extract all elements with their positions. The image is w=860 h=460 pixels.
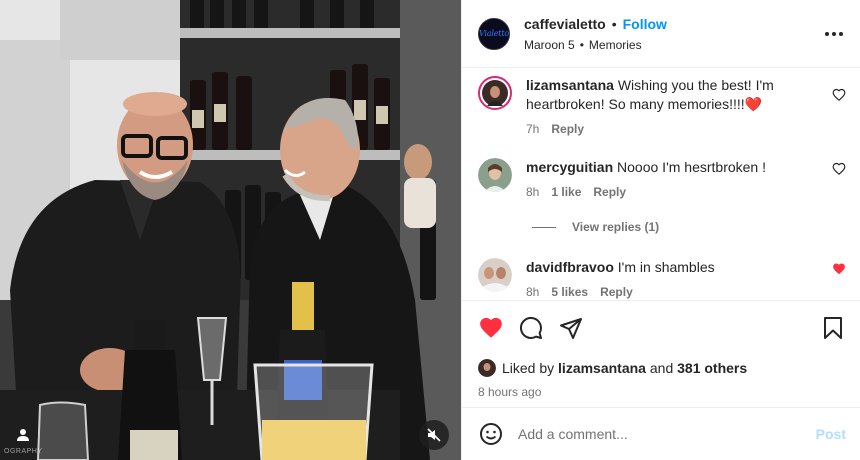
comment-username[interactable]: davidfbravoo xyxy=(526,259,614,275)
view-replies-line xyxy=(532,226,556,228)
post-header: Vialetto caffevialetto • Follow Maroon 5… xyxy=(462,0,860,68)
comment-body: davidfbravoo I'm in shambles 8h 5 likes … xyxy=(526,258,846,299)
comment-meta: 8h 1 like Reply xyxy=(526,185,846,199)
comment-time: 8h xyxy=(526,185,540,199)
like-button[interactable] xyxy=(478,315,504,341)
liker-avatar xyxy=(478,359,496,377)
view-replies-label: View replies (1) xyxy=(572,220,660,234)
comment-like-icon[interactable] xyxy=(832,88,846,102)
comments-list[interactable]: lizamsantana Wishing you the best! I'm h… xyxy=(462,68,860,301)
account-username[interactable]: caffevialetto xyxy=(524,16,606,32)
comment-message: Noooo I'm hesrtbroken ! xyxy=(617,159,766,175)
likes-summary[interactable]: Liked by lizamsantana and 381 others xyxy=(462,355,860,381)
comment-body: lizamsantana Wishing you the best! I'm h… xyxy=(526,76,846,136)
avatar-image xyxy=(482,80,508,106)
post-media[interactable]: OGRAPHY xyxy=(0,0,461,460)
audio-track: Memories xyxy=(588,37,642,52)
user-tag-button[interactable] xyxy=(8,420,38,450)
comment-item: mercyguitian Noooo I'm hesrtbroken ! 8h … xyxy=(478,158,846,199)
comment-username[interactable]: mercyguitian xyxy=(526,159,613,175)
instagram-post-view: OGRAPHY Vialetto caffevialetto • Follow … xyxy=(0,0,860,460)
comment-avatar[interactable] xyxy=(478,158,512,192)
comment-button[interactable] xyxy=(518,315,544,341)
comment-item: lizamsantana Wishing you the best! I'm h… xyxy=(478,76,846,136)
audio-separator: • xyxy=(579,37,584,52)
comment-text: davidfbravoo I'm in shambles xyxy=(526,258,846,277)
bookmark-icon xyxy=(824,317,842,339)
follow-button[interactable]: Follow xyxy=(623,16,667,32)
account-logo-text: Vialetto xyxy=(479,29,509,38)
likes-and: and xyxy=(649,360,674,376)
more-options-button[interactable] xyxy=(822,22,846,46)
comment-body: mercyguitian Noooo I'm hesrtbroken ! 8h … xyxy=(526,158,846,199)
audio-artist: Maroon 5 xyxy=(524,37,575,52)
account-avatar[interactable]: Vialetto xyxy=(478,17,510,50)
post-timestamp[interactable]: 8 hours ago xyxy=(462,381,860,407)
reply-button[interactable]: Reply xyxy=(600,285,633,299)
comment-bubble-icon xyxy=(519,316,542,339)
paper-plane-icon xyxy=(560,318,582,339)
heart-filled-icon xyxy=(480,317,502,338)
comment-time: 7h xyxy=(526,122,540,136)
avatar-image xyxy=(478,359,496,377)
post-side-panel: Vialetto caffevialetto • Follow Maroon 5… xyxy=(461,0,860,460)
audio-info[interactable]: Maroon 5 • Memories xyxy=(524,38,822,52)
emoji-button[interactable] xyxy=(478,421,504,447)
likes-user[interactable]: lizamsantana xyxy=(558,360,646,376)
comment-item: davidfbravoo I'm in shambles 8h 5 likes … xyxy=(478,258,846,299)
comment-liked-heart-icon[interactable] xyxy=(832,262,846,276)
comment-text: lizamsantana Wishing you the best! I'm h… xyxy=(526,76,846,114)
reply-button[interactable]: Reply xyxy=(551,122,584,136)
comment-message: I'm in shambles xyxy=(617,259,715,275)
view-replies-button[interactable]: View replies (1) xyxy=(532,220,659,234)
comment-avatar[interactable] xyxy=(478,258,512,292)
comment-likes-count[interactable]: 1 like xyxy=(551,185,581,199)
comment-like-icon[interactable] xyxy=(832,162,846,176)
likes-prefix: Liked by xyxy=(502,360,555,376)
header-meta: caffevialetto • Follow Maroon 5 • Memori… xyxy=(524,16,822,52)
mute-button[interactable] xyxy=(419,420,449,450)
share-button[interactable] xyxy=(558,315,584,341)
comment-username[interactable]: lizamsantana xyxy=(526,77,614,93)
avatar-image xyxy=(478,158,512,192)
comment-avatar[interactable] xyxy=(478,76,512,110)
comment-meta: 8h 5 likes Reply xyxy=(526,285,846,299)
speaker-muted-icon xyxy=(427,428,441,442)
separator-dot: • xyxy=(611,15,617,32)
comment-meta: 7h Reply xyxy=(526,122,846,136)
post-photo xyxy=(0,0,461,460)
more-horizontal-icon xyxy=(825,31,843,36)
smiley-icon xyxy=(480,423,502,445)
add-comment-bar: Post xyxy=(462,407,860,460)
likes-others[interactable]: 381 others xyxy=(677,360,747,376)
comment-text: mercyguitian Noooo I'm hesrtbroken ! xyxy=(526,158,846,177)
reply-button[interactable]: Reply xyxy=(593,185,626,199)
photo-watermark: OGRAPHY xyxy=(4,448,43,455)
user-tag-icon xyxy=(17,429,29,441)
header-line-1: caffevialetto • Follow xyxy=(524,16,822,32)
comment-input[interactable] xyxy=(518,426,816,442)
post-actions-bar xyxy=(462,301,860,355)
post-comment-button[interactable]: Post xyxy=(816,426,846,442)
comment-time: 8h xyxy=(526,285,540,299)
avatar-image xyxy=(478,258,512,292)
save-button[interactable] xyxy=(820,315,846,341)
comment-likes-count[interactable]: 5 likes xyxy=(551,285,588,299)
